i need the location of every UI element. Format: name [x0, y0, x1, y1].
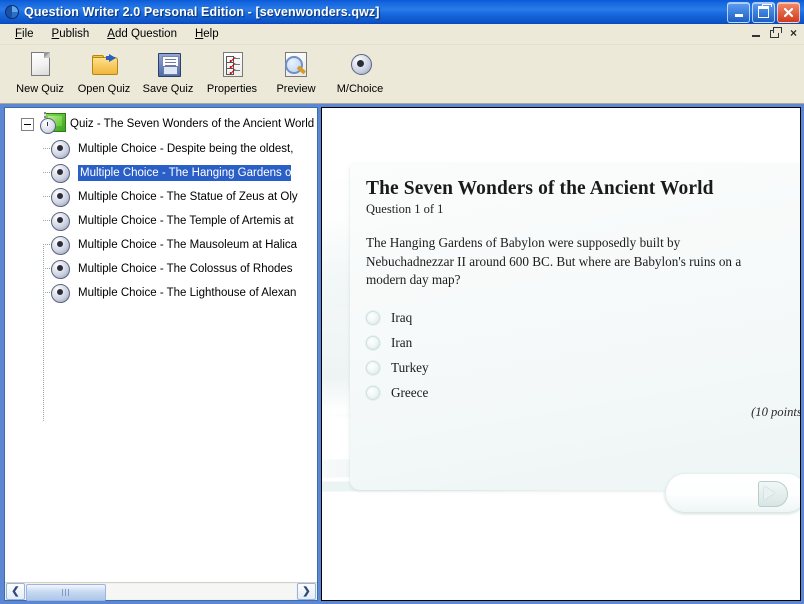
answer-option-label: Iraq [391, 309, 413, 325]
scrollbar-track[interactable] [26, 584, 296, 601]
tree-item-question-2[interactable]: Multiple Choice - The Hanging Gardens of [5, 161, 317, 185]
answer-option-3[interactable]: Turkey [366, 355, 800, 380]
menu-item-publish[interactable]: Publish [43, 26, 99, 42]
question-tree: Quiz - The Seven Wonders of the Ancient … [5, 108, 317, 582]
new-quiz-button[interactable]: New Quiz [8, 49, 72, 95]
open-quiz-label: Open Quiz [77, 83, 131, 95]
mdi-close-icon[interactable]: × [787, 26, 800, 39]
question-radio-icon [51, 211, 70, 231]
floppy-disk-icon [152, 51, 184, 81]
answer-radio-icon[interactable] [366, 360, 380, 375]
tree-item-label: Multiple Choice - The Statue of Zeus at … [78, 191, 298, 203]
question-radio-icon [51, 187, 70, 207]
question-radio-icon [51, 259, 70, 279]
quiz-clock-icon [40, 112, 66, 135]
answer-option-2[interactable]: Iran [366, 330, 800, 355]
question-text: The Hanging Gardens of Babylon were supp… [366, 235, 742, 287]
scroll-left-icon[interactable]: ❮ [6, 583, 25, 600]
answer-option-1[interactable]: Iraq [366, 305, 800, 330]
question-radio-icon [51, 163, 70, 183]
window-title: Question Writer 2.0 Personal Edition - [… [24, 5, 380, 19]
save-quiz-label: Save Quiz [142, 83, 194, 95]
tree-item-label: Multiple Choice - The Temple of Artemis … [78, 215, 294, 227]
tree-item-label: Multiple Choice - Despite being the olde… [78, 143, 294, 155]
tree-item-label: Multiple Choice - The Mausoleum at Halic… [78, 239, 298, 251]
quiz-title: The Seven Wonders of the Ancient World [366, 178, 714, 199]
answer-option-label: Greece [391, 384, 429, 400]
question-counter: Question 1 of 1 [366, 202, 444, 217]
question-tree-panel: Quiz - The Seven Wonders of the Ancient … [4, 107, 318, 601]
save-quiz-button[interactable]: Save Quiz [136, 49, 200, 95]
tree-item-label: Multiple Choice - The Hanging Gardens of [77, 164, 292, 182]
app-pie-icon [4, 4, 20, 20]
new-page-icon [24, 51, 56, 81]
new-quiz-label: New Quiz [16, 83, 64, 95]
answer-option-label: Iran [391, 334, 413, 350]
mdi-child-window: Quiz - The Seven Wonders of the Ancient … [4, 107, 801, 601]
restore-icon[interactable] [752, 1, 775, 23]
toolbar: New Quiz Open Quiz Save Quiz ✓ ✓ ✓ Propert… [0, 45, 804, 104]
menu-bar: File Publish Add Question Help × [0, 24, 804, 45]
tree-item-question-4[interactable]: Multiple Choice - The Temple of Artemis … [5, 209, 317, 233]
tree-root-label: Quiz - The Seven Wonders of the Ancient … [70, 118, 315, 130]
question-card: The Seven Wonders of the Ancient World Q… [350, 164, 800, 490]
mdi-child-buttons: × [749, 26, 800, 39]
question-radio-icon [51, 139, 70, 159]
menu-item-add-question[interactable]: Add Question [98, 26, 186, 42]
open-folder-icon [88, 51, 120, 81]
tree-item-label: Multiple Choice - The Lighthouse of Alex… [78, 287, 297, 299]
scroll-right-icon[interactable]: ❯ [297, 583, 316, 600]
preview-button[interactable]: Preview [264, 49, 328, 95]
next-arrow-icon [758, 481, 788, 507]
preview-label: Preview [276, 83, 316, 95]
tree-item-question-1[interactable]: Multiple Choice - Despite being the olde… [5, 137, 317, 161]
collapse-minus-icon[interactable] [21, 117, 34, 131]
radio-button-icon [344, 51, 376, 81]
answer-options: Iraq Iran Turkey Greece [366, 305, 800, 405]
answer-radio-icon[interactable] [366, 385, 380, 400]
magnifier-page-icon [280, 51, 312, 81]
answer-option-4[interactable]: Greece [366, 380, 800, 405]
answer-option-label: Turkey [391, 359, 429, 375]
title-bar: Question Writer 2.0 Personal Edition - [… [0, 0, 804, 24]
answer-radio-icon[interactable] [366, 335, 380, 350]
checklist-page-icon: ✓ ✓ ✓ [216, 51, 248, 81]
points-label: (10 points) [751, 405, 800, 419]
tree-item-question-7[interactable]: Multiple Choice - The Lighthouse of Alex… [5, 281, 317, 305]
mchoice-label: M/Choice [336, 83, 384, 95]
menu-item-help[interactable]: Help [186, 26, 228, 42]
tree-item-question-6[interactable]: Multiple Choice - The Colossus of Rhodes [5, 257, 317, 281]
question-radio-icon [51, 283, 70, 303]
application-window: Question Writer 2.0 Personal Edition - [… [0, 0, 804, 604]
quiz-preview-panel: The Seven Wonders of the Ancient World Q… [321, 107, 801, 601]
properties-label: Properties [206, 83, 258, 95]
mdi-restore-icon[interactable] [768, 26, 782, 39]
tree-item-question-3[interactable]: Multiple Choice - The Statue of Zeus at … [5, 185, 317, 209]
next-question-button[interactable] [666, 474, 800, 512]
flash-stage: The Seven Wonders of the Ancient World Q… [322, 108, 800, 600]
question-radio-icon [51, 235, 70, 255]
mdi-minimize-icon[interactable] [749, 26, 762, 39]
tree-item-question-5[interactable]: Multiple Choice - The Mausoleum at Halic… [5, 233, 317, 257]
tree-item-label: Multiple Choice - The Colossus of Rhodes [78, 263, 293, 275]
mchoice-button[interactable]: M/Choice [328, 49, 392, 95]
tree-root-quiz[interactable]: Quiz - The Seven Wonders of the Ancient … [5, 111, 317, 137]
scrollbar-thumb[interactable] [26, 584, 106, 601]
answer-radio-icon[interactable] [366, 310, 380, 325]
window-caption-buttons [727, 1, 800, 23]
client-area: Quiz - The Seven Wonders of the Ancient … [0, 104, 804, 604]
minimize-icon[interactable] [727, 1, 750, 23]
close-icon[interactable] [777, 1, 800, 23]
properties-button[interactable]: ✓ ✓ ✓ Properties [200, 49, 264, 95]
menu-item-file[interactable]: File [6, 26, 43, 42]
tree-horizontal-scrollbar[interactable]: ❮ ❯ [5, 582, 317, 601]
open-quiz-button[interactable]: Open Quiz [72, 49, 136, 95]
